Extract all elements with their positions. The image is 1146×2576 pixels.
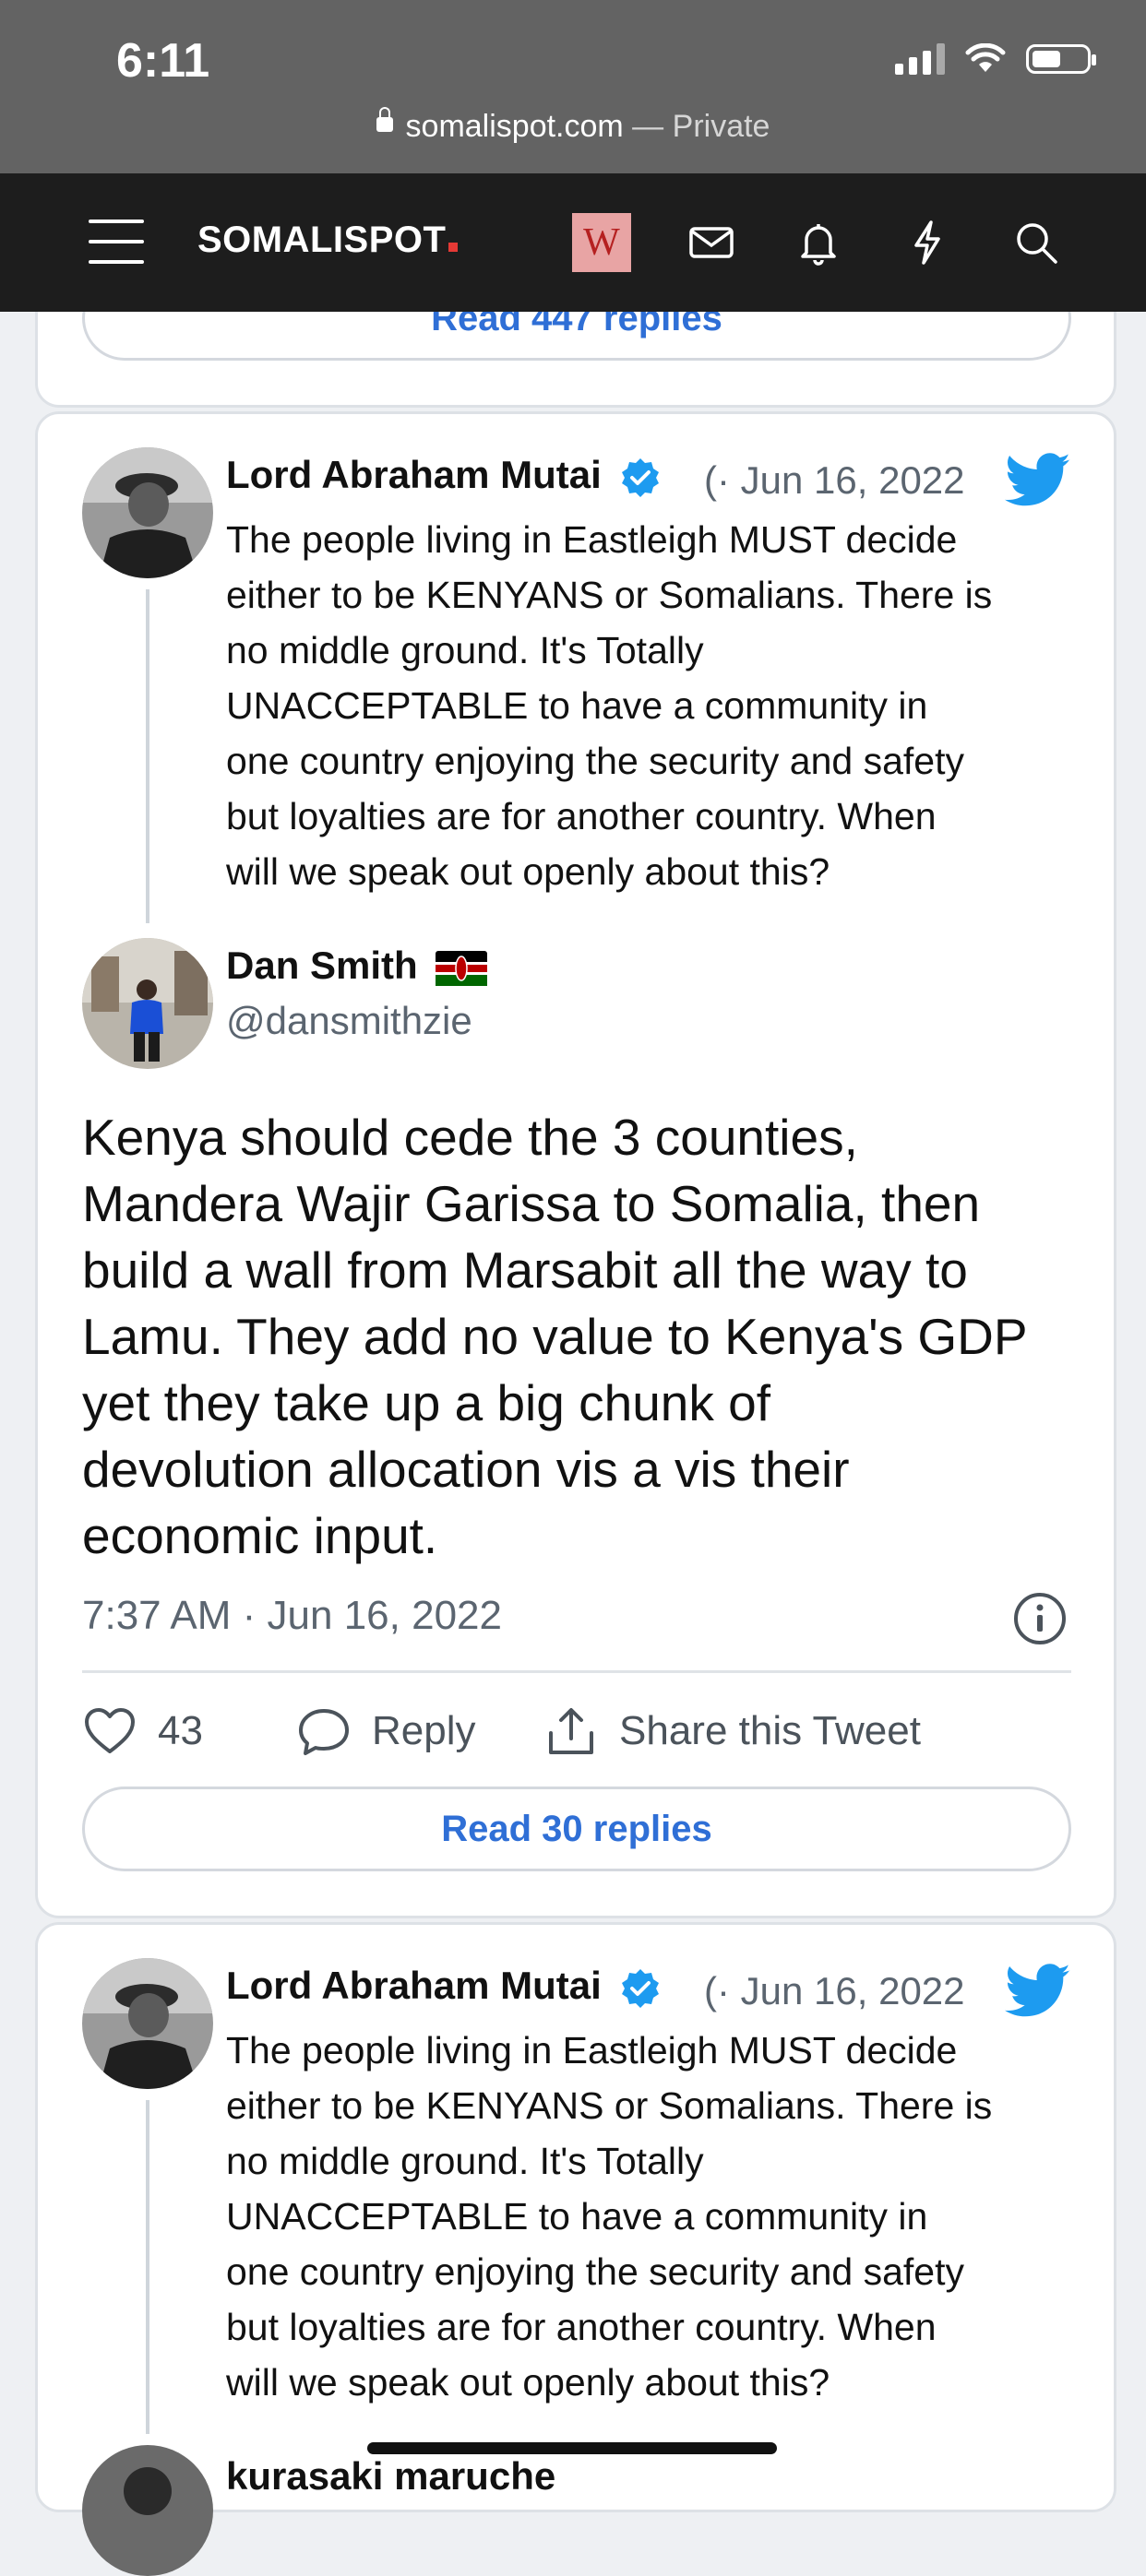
cellular-signal-icon	[895, 43, 945, 75]
verified-badge-icon	[622, 1968, 660, 2008]
text-line: will we speak out openly about this?	[226, 850, 830, 893]
reply-label: Reply	[372, 1708, 476, 1753]
logo-text: SOMALISPOT	[197, 220, 447, 260]
quoted-tweet-text: The people living in Eastleigh MUST deci…	[226, 512, 1103, 899]
avatar-image	[82, 447, 213, 578]
status-icons	[895, 41, 1096, 77]
tweet-author[interactable]: kurasaki maruche	[226, 2454, 555, 2499]
tweet-author[interactable]: Lord Abraham Mutai	[226, 453, 662, 499]
browser-chrome: 6:11 somalispot.com — Private	[0, 0, 1146, 173]
divider	[82, 1670, 1071, 1673]
text-line: Kenya should cede the 3 counties,	[82, 1109, 858, 1166]
battery-icon	[1026, 44, 1096, 74]
tweet-author[interactable]: Dan Smith	[226, 944, 488, 988]
avatar[interactable]	[82, 447, 213, 578]
like-button[interactable]: 43	[82, 1705, 203, 1757]
text-line: UNACCEPTABLE to have a community in	[226, 684, 928, 727]
avatar-image	[82, 1958, 213, 2089]
text-line: one country enjoying the security and sa…	[226, 2250, 964, 2293]
private-label: Private	[672, 109, 770, 144]
search-icon[interactable]	[1009, 216, 1063, 269]
share-icon	[549, 1708, 593, 1754]
text-line: economic input.	[82, 1507, 438, 1564]
tweet-author[interactable]: Lord Abraham Mutai	[226, 1964, 662, 2010]
info-icon[interactable]	[1012, 1591, 1068, 1646]
quoted-tweet-text: The people living in Eastleigh MUST deci…	[226, 2023, 1103, 2410]
wifi-icon	[965, 43, 1006, 72]
url-bar[interactable]: somalispot.com — Private	[0, 107, 1146, 145]
tweet-text: Kenya should cede the 3 counties, Mander…	[82, 1104, 1097, 1569]
menu-icon[interactable]	[89, 218, 144, 266]
bell-icon[interactable]	[792, 216, 845, 269]
twitter-bird-icon[interactable]	[1005, 453, 1071, 508]
tweet-meta: (· Jun 16, 2022	[704, 458, 965, 502]
home-indicator	[367, 2442, 777, 2454]
text-line: will we speak out openly about this?	[226, 2361, 830, 2404]
share-label: Share this Tweet	[619, 1708, 921, 1753]
share-button[interactable]: Share this Tweet	[543, 1705, 921, 1757]
kenya-flag-icon	[436, 950, 488, 986]
text-line: yet they take up a big chunk of	[82, 1374, 771, 1431]
twitter-bird-icon[interactable]	[1005, 1964, 1071, 2019]
avatar-image	[82, 2445, 213, 2576]
text-line: The people living in Eastleigh MUST deci…	[226, 2029, 958, 2071]
text-line: either to be KENYANS or Somalians. There…	[226, 574, 993, 616]
text-line: either to be KENYANS or Somalians. There…	[226, 2084, 993, 2127]
lightning-icon[interactable]	[901, 216, 954, 269]
logo-dot	[448, 243, 459, 252]
verified-badge-icon	[622, 457, 660, 497]
speech-bubble-icon	[299, 1709, 349, 1755]
author-name: Dan Smith	[226, 944, 418, 987]
avatar[interactable]	[82, 1958, 213, 2089]
heart-icon	[85, 1708, 135, 1753]
reply-button[interactable]: Reply	[296, 1705, 476, 1757]
read-replies-button[interactable]: Read 30 replies	[82, 1787, 1071, 1871]
url-domain: somalispot.com	[405, 109, 624, 144]
author-name: kurasaki maruche	[226, 2454, 556, 2498]
text-line: but loyalties are for another country. W…	[226, 795, 937, 837]
text-line: build a wall from Marsabit all the way t…	[82, 1241, 968, 1299]
text-line: The people living in Eastleigh MUST deci…	[226, 518, 958, 561]
text-line: UNACCEPTABLE to have a community in	[226, 2195, 928, 2238]
like-count: 43	[158, 1708, 203, 1753]
status-time: 6:11	[116, 34, 210, 88]
tweet-meta: (· Jun 16, 2022	[704, 1969, 965, 2012]
author-name: Lord Abraham Mutai	[226, 453, 602, 496]
avatar-image	[82, 938, 213, 1069]
user-avatar[interactable]: W	[572, 213, 631, 272]
text-line: no middle ground. It's Totally	[226, 629, 704, 671]
post-card: Lord Abraham Mutai (· Jun 16, 2022 The p…	[35, 411, 1116, 1918]
tweet-handle[interactable]: @dansmithzie	[226, 999, 472, 1043]
avatar[interactable]	[82, 938, 213, 1069]
avatar[interactable]	[82, 2445, 213, 2576]
site-logo[interactable]: SOMALISPOT	[197, 220, 459, 261]
text-line: Lamu. They add no value to Kenya's GDP	[82, 1308, 1028, 1365]
text-line: no middle ground. It's Totally	[226, 2140, 704, 2182]
text-line: Mandera Wajir Garissa to Somalia, then	[82, 1175, 981, 1232]
tweet-timestamp[interactable]: 7:37 AM · Jun 16, 2022	[82, 1593, 502, 1639]
url-separator: —	[623, 109, 673, 144]
text-line: one country enjoying the security and sa…	[226, 740, 964, 782]
text-line: devolution allocation vis a vis their	[82, 1441, 850, 1498]
mail-icon[interactable]	[685, 216, 738, 269]
author-name: Lord Abraham Mutai	[226, 1964, 602, 2007]
lock-icon	[376, 107, 393, 133]
site-nav: SOMALISPOT W	[0, 173, 1146, 312]
thread-line	[146, 589, 149, 923]
thread-line	[146, 2100, 149, 2434]
post-card: Lord Abraham Mutai (· Jun 16, 2022 The p…	[35, 1922, 1116, 2576]
text-line: but loyalties are for another country. W…	[226, 2306, 937, 2348]
